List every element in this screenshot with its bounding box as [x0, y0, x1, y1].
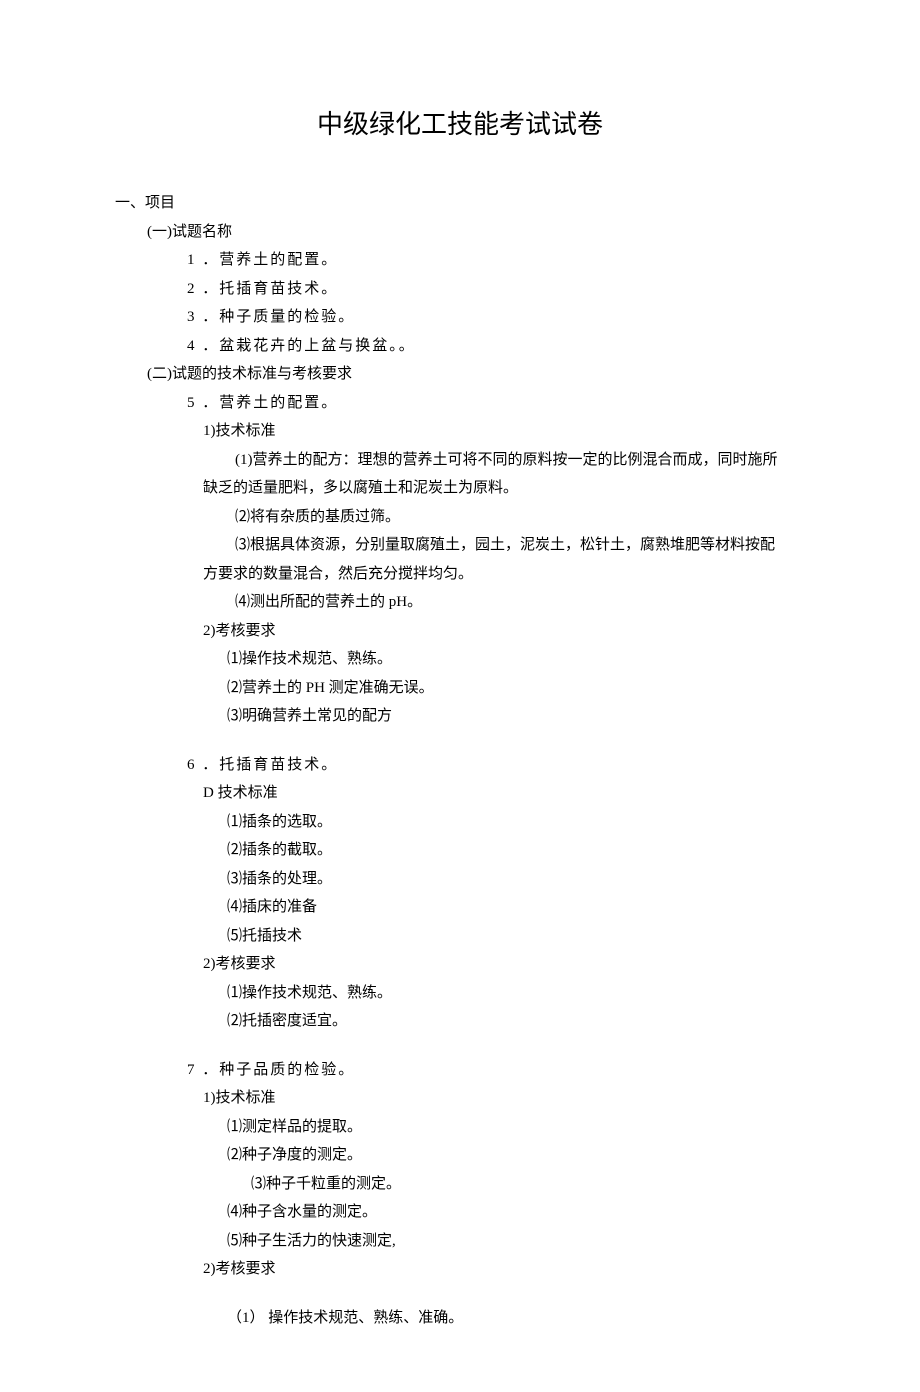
list-item: 1 ．营养土的配置。: [187, 246, 805, 275]
exam-req-heading: 2)考核要求: [203, 1255, 805, 1284]
list-item: ⑵插条的截取。: [227, 836, 805, 865]
list-item: 4 ．盆栽花卉的上盆与换盆。。: [187, 332, 805, 361]
tech-standard-heading: 1)技术标准: [203, 1084, 805, 1113]
exam-req-heading: 2)考核要求: [203, 617, 805, 646]
list-item: ⑶明确营养土常见的配方: [227, 702, 805, 731]
subsection-heading: (二)试题的技术标准与考核要求: [147, 360, 805, 389]
list-item: ⑵种子净度的测定。: [227, 1141, 805, 1170]
list-item: ⑵营养土的 PH 测定准确无误。: [227, 674, 805, 703]
list-item: 5 ．营养土的配置。: [187, 389, 805, 418]
paragraph: ⑵将有杂质的基质过筛。: [203, 503, 805, 532]
list-item: ⑶插条的处理。: [227, 865, 805, 894]
list-item: ⑷种子含水量的测定。: [227, 1198, 805, 1227]
tech-standard-heading: 1)技术标准: [203, 417, 805, 446]
list-item: 7 ．种子品质的检验。: [187, 1056, 805, 1085]
subsection-heading: (一)试题名称: [147, 218, 805, 247]
list-item: ⑴插条的选取。: [227, 808, 805, 837]
list-item: ⑴操作技术规范、熟练。: [227, 645, 805, 674]
list-item: ⑶种子千粒重的测定。: [251, 1170, 805, 1199]
tech-standard-heading: D 技术标准: [203, 779, 805, 808]
list-item: ⑵托插密度适宜。: [227, 1007, 805, 1036]
list-item: 2 ．托插育苗技术。: [187, 275, 805, 304]
page-title: 中级绿化工技能考试试卷: [115, 100, 805, 149]
list-item: 6 ．托插育苗技术。: [187, 751, 805, 780]
paragraph: ⑶根据具体资源，分别量取腐殖土，园土，泥炭土，松针土，腐熟堆肥等材料按配: [203, 531, 805, 560]
list-item: ⑴测定样品的提取。: [227, 1113, 805, 1142]
section-heading: 一、项目: [115, 189, 805, 218]
paragraph: ⑷测出所配的营养土的 pH。: [203, 588, 805, 617]
exam-req-heading: 2)考核要求: [203, 950, 805, 979]
paragraph: (1)营养土的配方：理想的营养土可将不同的原料按一定的比例混合而成，同时施所: [203, 446, 805, 475]
list-item: ⑸种子生活力的快速测定,: [227, 1227, 805, 1256]
list-item: ⑸托插技术: [227, 922, 805, 951]
list-item: 3 ．种子质量的检验。: [187, 303, 805, 332]
paragraph: 缺乏的适量肥料，多以腐殖土和泥炭土为原料。: [203, 474, 805, 503]
list-item: ⑷插床的准备: [227, 893, 805, 922]
paragraph: 方要求的数量混合，然后充分搅拌均匀。: [203, 560, 805, 589]
list-item: （1） 操作技术规范、熟练、准确。: [227, 1304, 805, 1333]
list-item: ⑴操作技术规范、熟练。: [227, 979, 805, 1008]
